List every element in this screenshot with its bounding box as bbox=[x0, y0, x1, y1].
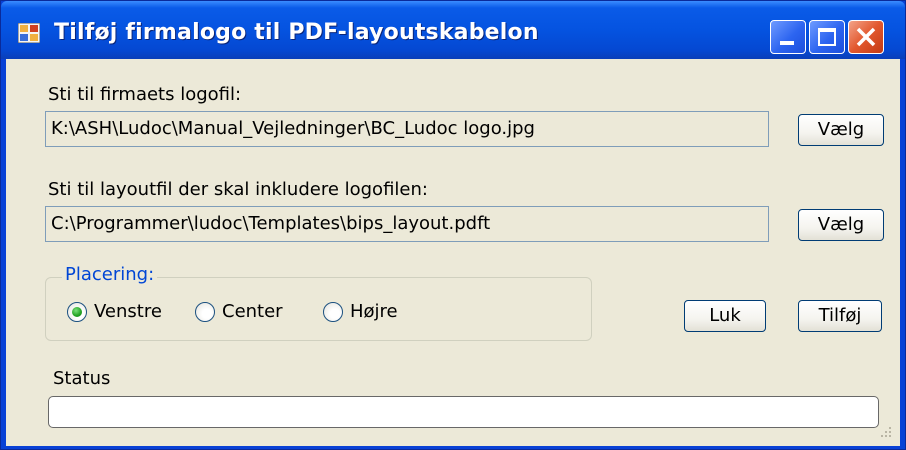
close-icon bbox=[856, 27, 876, 47]
dialog-window: Tilføj firmalogo til PDF-layoutskabelon … bbox=[0, 0, 906, 450]
maximize-button[interactable] bbox=[809, 20, 845, 54]
placement-legend: Placering: bbox=[62, 264, 158, 285]
layout-file-label: Sti til layoutfil der skal inkludere log… bbox=[48, 179, 428, 200]
radio-hojre-label: Højre bbox=[350, 301, 398, 322]
status-label: Status bbox=[53, 368, 111, 389]
close-button[interactable]: Luk bbox=[684, 300, 766, 332]
title-bar[interactable]: Tilføj firmalogo til PDF-layoutskabelon bbox=[1, 1, 905, 59]
radio-circle bbox=[323, 302, 343, 322]
logo-file-path-field[interactable]: K:\ASH\Ludoc\Manual_Vejledninger\BC_Ludo… bbox=[45, 111, 769, 147]
window-title: Tilføj firmalogo til PDF-layoutskabelon bbox=[54, 20, 539, 45]
logo-file-label: Sti til firmaets logofil: bbox=[48, 84, 242, 105]
radio-selected-dot bbox=[72, 307, 82, 317]
resize-grip-icon[interactable] bbox=[879, 425, 893, 439]
browse-logo-button[interactable]: Vælg bbox=[798, 114, 884, 146]
browse-layout-button[interactable]: Vælg bbox=[798, 209, 884, 241]
status-progress-bar bbox=[48, 396, 879, 428]
maximize-icon bbox=[818, 28, 836, 46]
layout-file-path-field[interactable]: C:\Programmer\ludoc\Templates\bips_layou… bbox=[45, 206, 769, 242]
add-button[interactable]: Tilføj bbox=[798, 300, 882, 332]
radio-circle bbox=[195, 302, 215, 322]
app-icon bbox=[18, 23, 40, 43]
minimize-icon bbox=[780, 41, 794, 45]
radio-venstre-label: Venstre bbox=[94, 301, 162, 322]
close-window-button[interactable] bbox=[848, 20, 884, 54]
radio-center-label: Center bbox=[222, 301, 283, 322]
minimize-button[interactable] bbox=[770, 20, 806, 54]
